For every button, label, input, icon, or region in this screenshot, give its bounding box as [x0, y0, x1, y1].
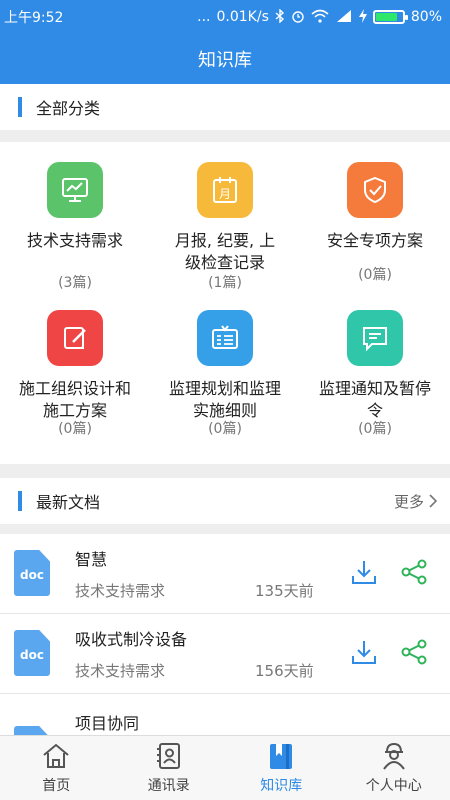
shield-check-icon: [347, 162, 403, 218]
signal-icon: [335, 9, 353, 26]
category-item[interactable]: 技术支持需求 (3篇): [0, 162, 150, 297]
category-count: (0篇): [208, 421, 242, 437]
contacts-icon: [156, 743, 180, 769]
category-item[interactable]: 施工组织设计和施工方案 (0篇): [0, 310, 150, 440]
category-count: (3篇): [58, 275, 92, 291]
document-row[interactable]: doc 吸收式制冷设备 技术支持需求 156天前: [0, 614, 450, 694]
category-grid: 技术支持需求 (3篇) 月 月报, 纪要, 上级检查记录 (1篇) 安全专项方案…: [0, 142, 450, 464]
tab-label: 知识库: [260, 778, 303, 794]
tab-home[interactable]: 首页: [0, 736, 113, 800]
document-title: 项目协同: [75, 714, 140, 733]
network-speed: 0.01K/s: [216, 9, 269, 25]
tab-label: 首页: [42, 778, 71, 794]
document-title: 智慧: [75, 550, 108, 569]
status-time: 上午9:52: [4, 10, 64, 26]
doc-file-icon: doc: [14, 550, 50, 596]
section-accent: [18, 491, 22, 511]
doc-file-icon: doc: [14, 726, 50, 735]
section-divider: [0, 464, 450, 478]
download-icon[interactable]: [350, 558, 378, 586]
id-card-icon: [197, 310, 253, 366]
charging-icon: [358, 8, 367, 26]
svg-text:月: 月: [219, 187, 231, 201]
share-icon[interactable]: [400, 638, 428, 666]
page-title: 知识库: [198, 50, 252, 71]
category-count: (0篇): [58, 421, 92, 437]
chevron-right-icon: [429, 494, 438, 508]
section-divider: [0, 524, 450, 534]
chart-monitor-icon: [47, 162, 103, 218]
more-label: 更多: [393, 492, 424, 511]
document-title: 吸收式制冷设备: [75, 630, 188, 649]
share-icon[interactable]: [400, 558, 428, 586]
categories-header: 全部分类: [0, 84, 450, 130]
category-name: 安全专项方案: [326, 231, 423, 250]
tab-label: 个人中心: [365, 778, 422, 794]
document-time: 156天前: [255, 662, 314, 680]
document-category: 技术支持需求: [75, 662, 166, 680]
document-time: 135天前: [255, 582, 314, 600]
bluetooth-icon: [275, 7, 285, 26]
category-name: 监理通知及暂停令: [318, 379, 431, 420]
category-name: 技术支持需求: [26, 231, 123, 250]
section-accent: [18, 97, 22, 117]
edit-note-icon: [47, 310, 103, 366]
status-bar: 上午9:52 ... 0.01K/s 80%: [0, 0, 450, 34]
message-icon: [347, 310, 403, 366]
document-row[interactable]: doc 项目协同: [0, 694, 450, 735]
category-count: (0篇): [358, 267, 392, 283]
bottom-tab-bar: 首页 通讯录 知识库 个人中心: [0, 735, 450, 800]
battery-percent: 80%: [410, 9, 442, 25]
latest-title: 最新文档: [36, 493, 101, 512]
more-link[interactable]: 更多: [394, 491, 438, 512]
category-name: 月报, 纪要, 上级检查记录: [174, 231, 276, 272]
alarm-icon: [291, 9, 305, 26]
wifi-icon: [311, 9, 329, 26]
category-item[interactable]: 监理通知及暂停令 (0篇): [300, 310, 450, 440]
document-row[interactable]: doc 智慧 技术支持需求 135天前: [0, 534, 450, 614]
user-center-icon: [382, 742, 405, 770]
calendar-month-icon: 月: [197, 162, 253, 218]
knowledge-icon: [270, 744, 293, 769]
battery-icon: [372, 10, 408, 24]
doc-file-icon: doc: [14, 630, 50, 676]
tab-contacts[interactable]: 通讯录: [113, 736, 226, 800]
document-category: 技术支持需求: [75, 582, 166, 600]
latest-header: 最新文档 更多: [0, 478, 450, 524]
category-count: (1篇): [208, 275, 242, 291]
home-icon: [43, 743, 69, 768]
category-item[interactable]: 月 月报, 纪要, 上级检查记录 (1篇): [150, 162, 300, 297]
category-name: 施工组织设计和施工方案: [18, 379, 131, 420]
category-count: (0篇): [358, 421, 392, 437]
tab-label: 通讯录: [147, 778, 190, 794]
status-dots: ...: [197, 9, 211, 25]
tab-knowledge[interactable]: 知识库: [225, 736, 338, 800]
categories-title: 全部分类: [36, 99, 101, 118]
tab-user-center[interactable]: 个人中心: [338, 736, 450, 800]
category-item[interactable]: 监理规划和监理实施细则 (0篇): [150, 310, 300, 440]
category-name: 监理规划和监理实施细则: [168, 379, 281, 420]
download-icon[interactable]: [350, 638, 378, 666]
status-indicators: ... 0.01K/s 80%: [197, 7, 442, 26]
header: 知识库: [0, 34, 450, 84]
category-item[interactable]: 安全专项方案 (0篇): [300, 162, 450, 297]
section-divider: [0, 130, 450, 142]
